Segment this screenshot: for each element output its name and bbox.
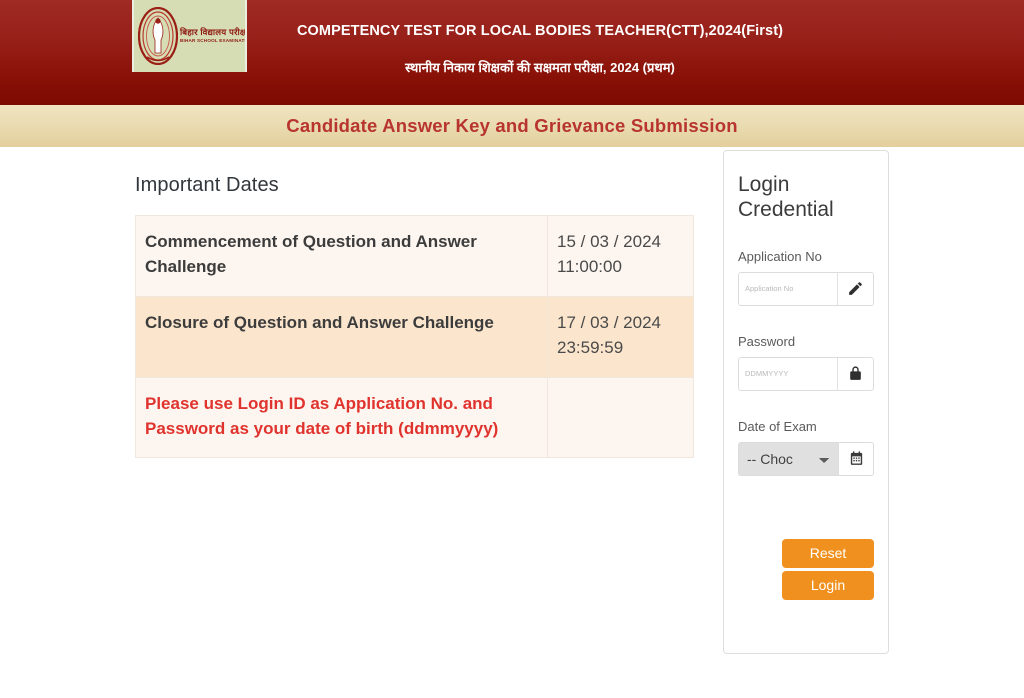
table-row: Please use Login ID as Application No. a… <box>135 376 694 459</box>
important-dates-heading: Important Dates <box>135 174 279 196</box>
important-dates-table: Commencement of Question and Answer Chal… <box>135 215 694 459</box>
site-header: बिहार विद्यालय परीक्षा समिति BIHAR SCHOO… <box>0 0 1024 105</box>
date-of-exam-label: Date of Exam <box>738 418 817 434</box>
important-dates-section: Important Dates Commencement of Question… <box>135 174 694 459</box>
board-logo-text: बिहार विद्यालय परीक्षा समिति BIHAR SCHOO… <box>180 26 247 44</box>
date-row-label: Commencement of Question and Answer Chal… <box>135 215 548 297</box>
date-of-exam-field[interactable]: -- Choc <box>738 441 874 476</box>
table-row: Commencement of Question and Answer Chal… <box>135 215 694 297</box>
password-input[interactable] <box>739 357 837 390</box>
lock-icon[interactable] <box>837 357 873 390</box>
exam-title-hindi: स्थानीय निकाय शिक्षकों की सक्षमता परीक्ष… <box>405 59 675 75</box>
pencil-icon[interactable] <box>837 272 873 305</box>
date-row-value: 15 / 03 / 2024 11:00:00 <box>547 215 694 297</box>
board-emblem-icon <box>138 7 178 65</box>
password-field[interactable] <box>738 356 874 391</box>
application-no-label: Application No <box>738 248 822 264</box>
board-logo: बिहार विद्यालय परीक्षा समिति BIHAR SCHOO… <box>132 0 247 72</box>
main-content: Important Dates Commencement of Question… <box>0 147 1024 698</box>
login-card-title: Login Credential <box>738 173 834 221</box>
application-no-field[interactable] <box>738 271 874 306</box>
page-banner: Candidate Answer Key and Grievance Submi… <box>0 105 1024 147</box>
page-title: Candidate Answer Key and Grievance Submi… <box>286 115 738 136</box>
date-of-exam-select[interactable]: -- Choc <box>738 441 838 476</box>
date-row-value <box>547 376 694 459</box>
application-no-input[interactable] <box>739 272 837 305</box>
login-credential-card: Login Credential Application No Password… <box>723 150 889 654</box>
exam-title-english: COMPETENCY TEST FOR LOCAL BODIES TEACHER… <box>296 23 784 39</box>
date-row-value: 17 / 03 / 2024 23:59:59 <box>547 295 694 378</box>
calendar-icon[interactable] <box>838 441 874 476</box>
login-actions: Reset Login <box>738 538 874 600</box>
password-label: Password <box>738 333 796 349</box>
reset-button[interactable]: Reset <box>782 538 874 568</box>
board-logo-hindi: बिहार विद्यालय परीक्षा समिति <box>180 26 247 37</box>
table-row: Closure of Question and Answer Challenge… <box>135 295 694 378</box>
board-logo-english: BIHAR SCHOOL EXAMINATION BOARD <box>180 38 246 44</box>
login-instruction-note: Please use Login ID as Application No. a… <box>135 376 548 459</box>
login-button[interactable]: Login <box>782 570 874 600</box>
date-row-label: Closure of Question and Answer Challenge <box>135 295 548 378</box>
header-titles: COMPETENCY TEST FOR LOCAL BODIES TEACHER… <box>270 22 810 76</box>
